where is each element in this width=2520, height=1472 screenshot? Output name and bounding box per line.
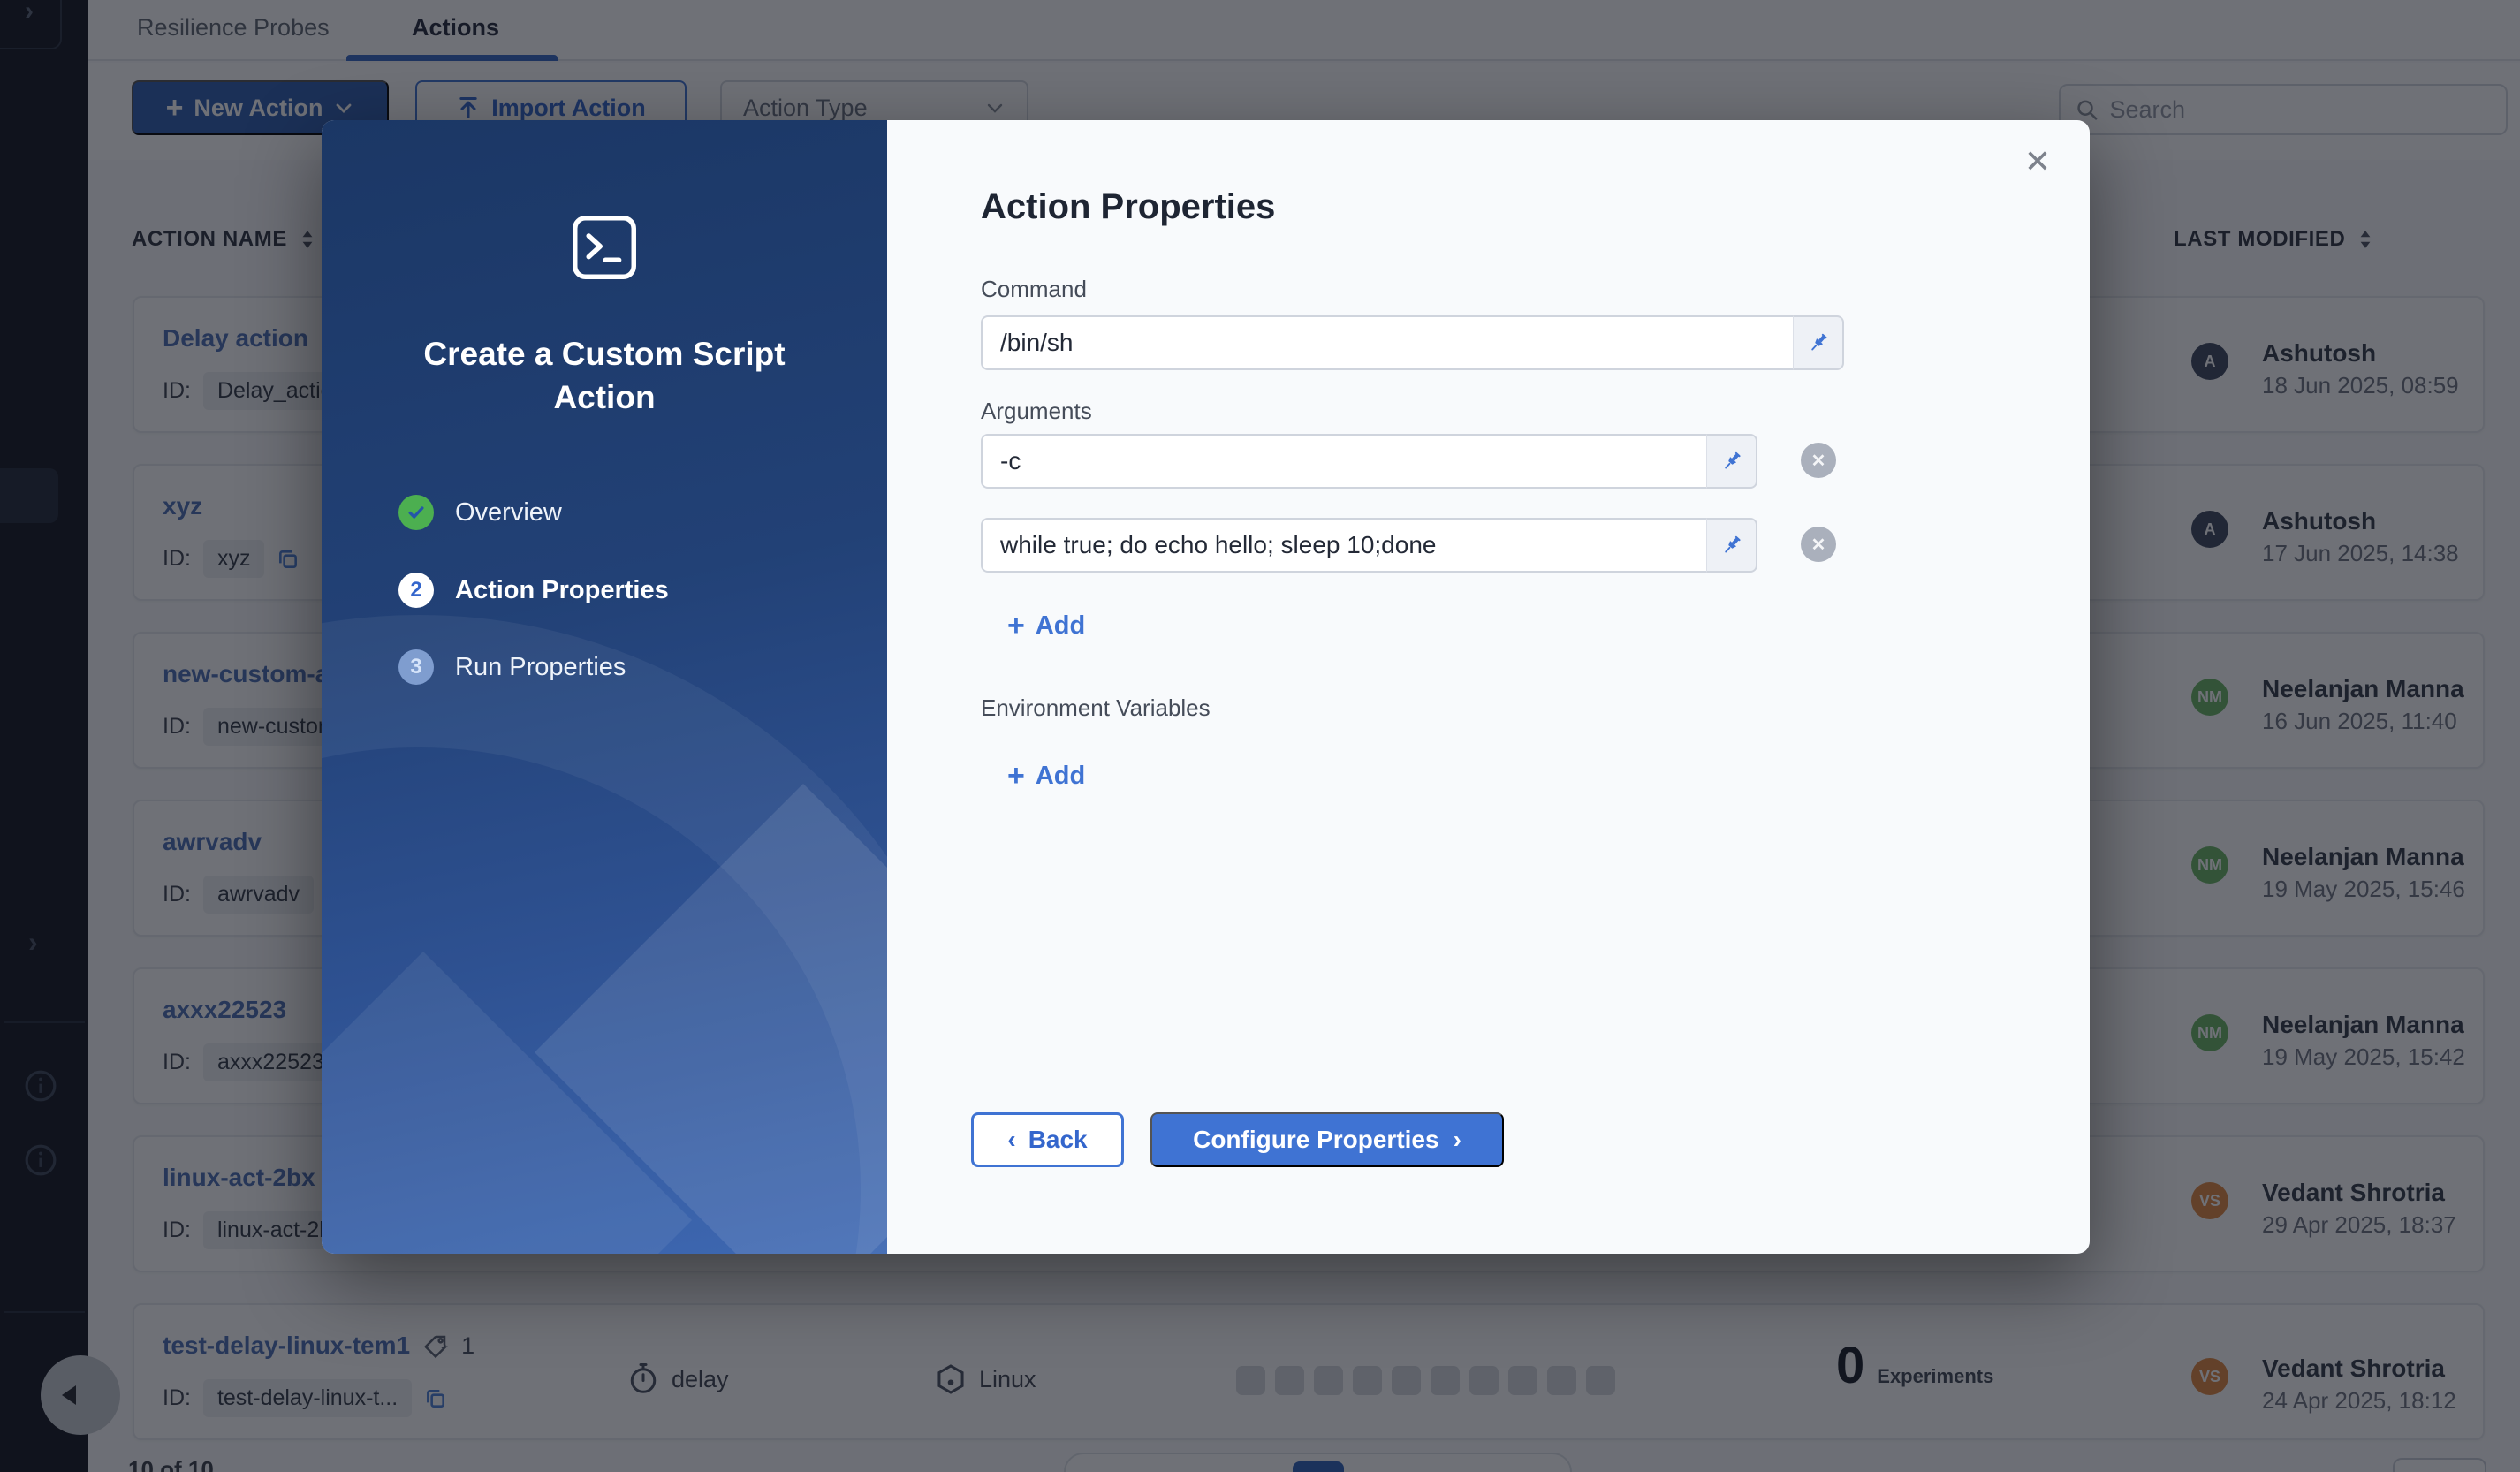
wizard-title: Create a Custom Script Action bbox=[373, 332, 836, 419]
remove-argument-button[interactable]: ✕ bbox=[1801, 527, 1836, 562]
chevron-left-icon: ‹ bbox=[1007, 1126, 1015, 1154]
env-variables-label: Environment Variables bbox=[981, 694, 1211, 722]
step-number: 2 bbox=[398, 573, 434, 608]
step-run-properties[interactable]: 3 Run Properties bbox=[398, 649, 626, 685]
plus-icon: + bbox=[1007, 763, 1025, 789]
close-icon[interactable]: ✕ bbox=[2024, 143, 2051, 180]
terminal-icon bbox=[571, 214, 638, 285]
argument-field-row bbox=[981, 434, 1757, 489]
step-done-icon bbox=[398, 495, 434, 530]
plus-icon: + bbox=[1007, 613, 1025, 639]
pin-button[interactable] bbox=[1706, 434, 1757, 489]
command-label: Command bbox=[981, 276, 1087, 303]
wizard-panel: Create a Custom Script Action Overview 2… bbox=[322, 120, 887, 1254]
pin-icon bbox=[1719, 533, 1744, 558]
pin-icon bbox=[1719, 449, 1744, 474]
pin-icon bbox=[1806, 330, 1831, 355]
argument-input[interactable] bbox=[981, 434, 1706, 489]
step-number: 3 bbox=[398, 649, 434, 685]
step-label: Action Properties bbox=[455, 576, 669, 605]
argument-input[interactable] bbox=[981, 518, 1706, 573]
command-input[interactable] bbox=[981, 315, 1793, 370]
chevron-right-icon: › bbox=[1454, 1126, 1461, 1154]
arguments-label: Arguments bbox=[981, 398, 1092, 425]
step-label: Overview bbox=[455, 498, 562, 527]
add-env-variable-button[interactable]: +Add bbox=[1007, 762, 1085, 791]
configure-properties-button[interactable]: Configure Properties› bbox=[1150, 1112, 1504, 1167]
command-field-row bbox=[981, 315, 1844, 370]
remove-argument-button[interactable]: ✕ bbox=[1801, 443, 1836, 478]
back-button[interactable]: ‹Back bbox=[971, 1112, 1124, 1167]
create-custom-script-action-modal: Create a Custom Script Action Overview 2… bbox=[322, 120, 2090, 1254]
pin-button[interactable] bbox=[1706, 518, 1757, 573]
add-argument-button[interactable]: +Add bbox=[1007, 611, 1085, 641]
argument-field-row bbox=[981, 518, 1757, 573]
step-overview[interactable]: Overview bbox=[398, 495, 562, 530]
modal-heading: Action Properties bbox=[981, 187, 1275, 227]
step-label: Run Properties bbox=[455, 653, 626, 682]
pin-button[interactable] bbox=[1793, 315, 1844, 370]
step-action-properties[interactable]: 2 Action Properties bbox=[398, 573, 669, 608]
